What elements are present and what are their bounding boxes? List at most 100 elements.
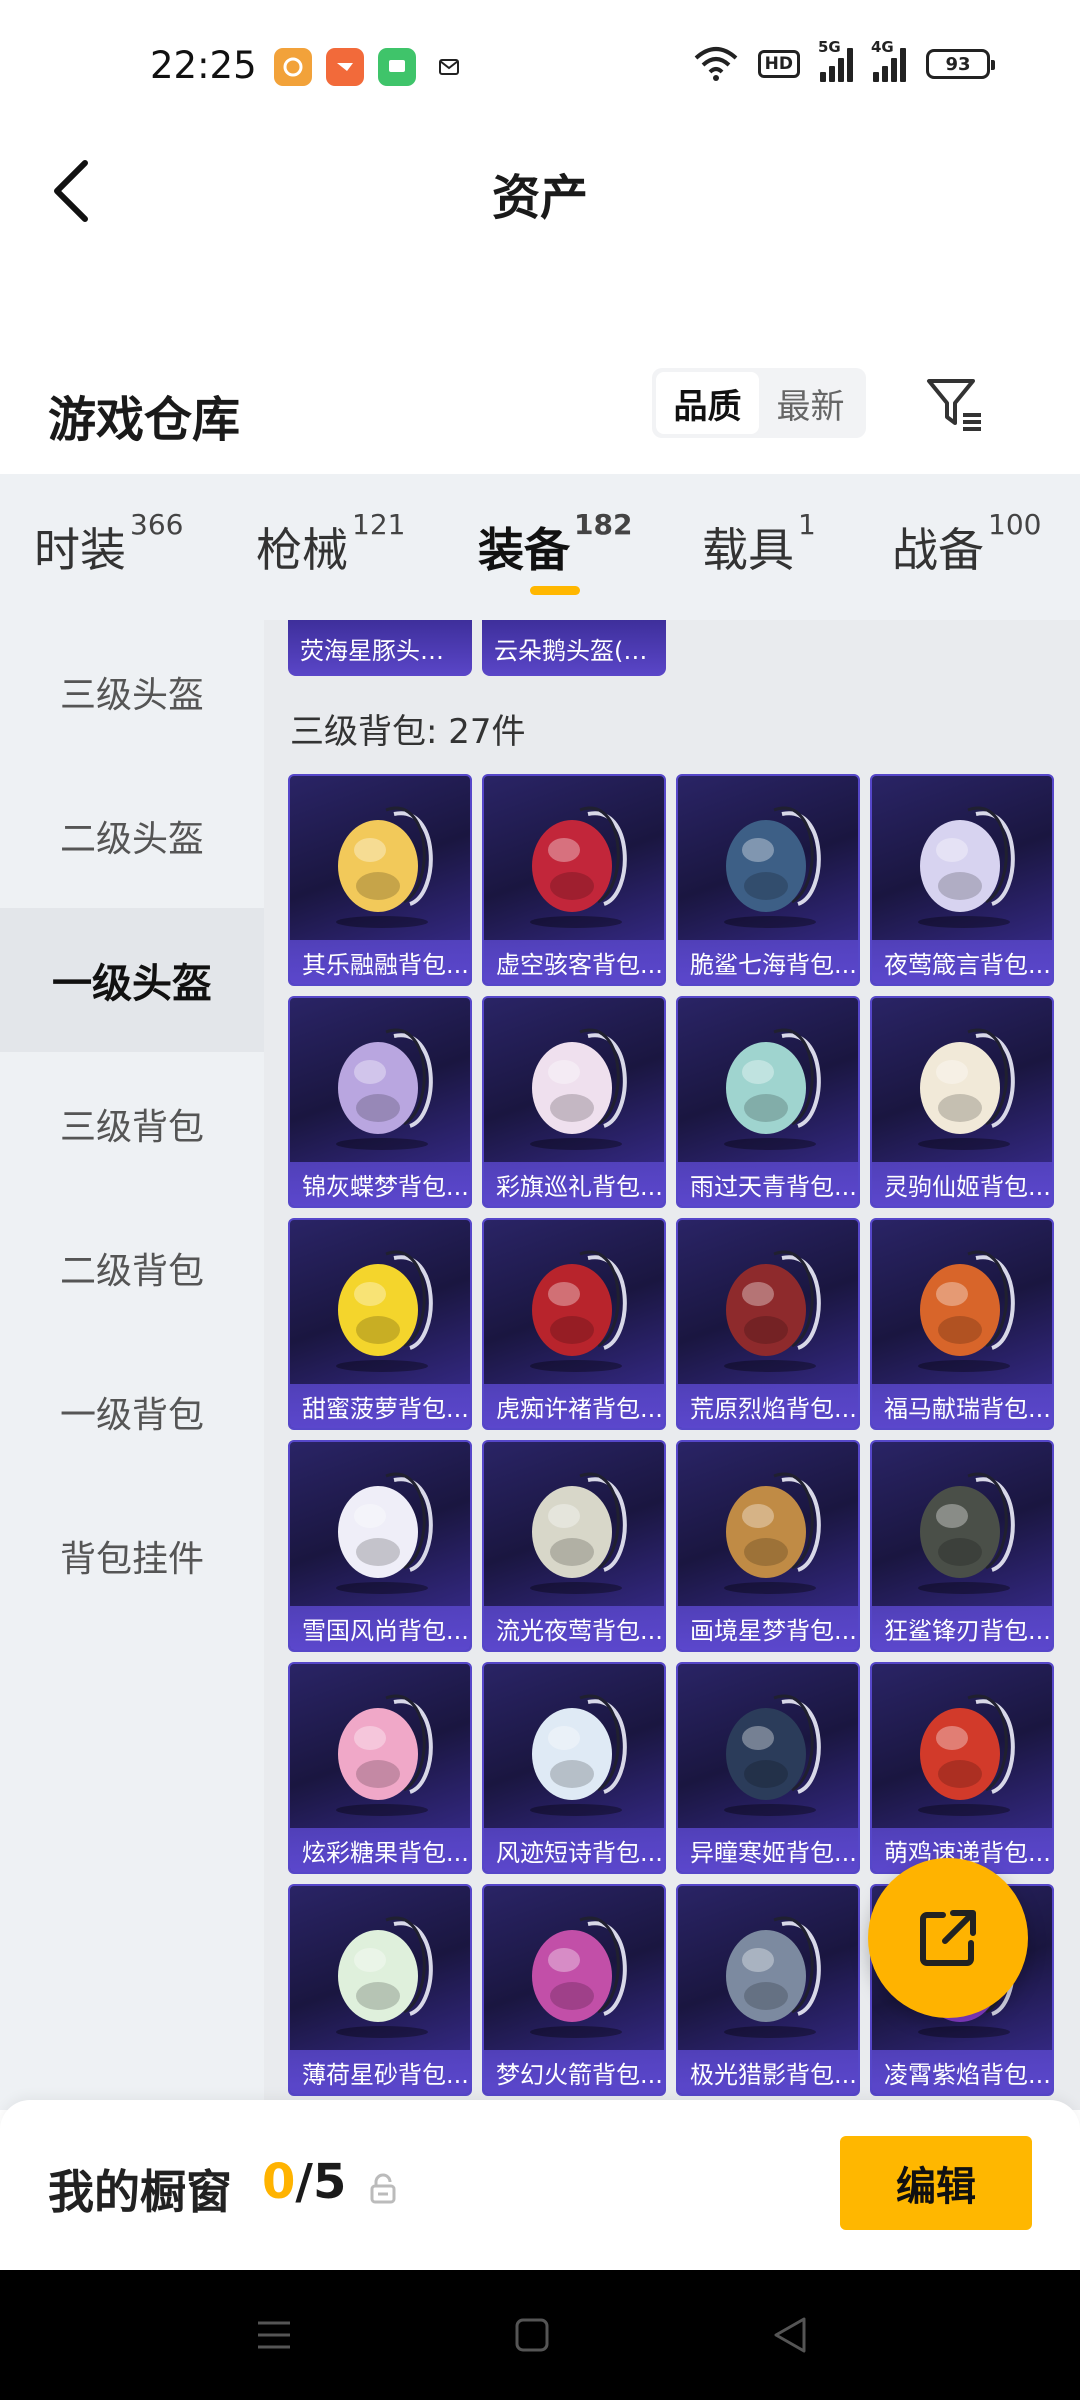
- backpack-image-icon: [336, 1250, 433, 1372]
- item-label: 画境星梦背包...: [678, 1606, 858, 1650]
- backpack-image-icon: [724, 1916, 821, 2038]
- share-button[interactable]: [868, 1858, 1028, 2018]
- sidebar-item-helmet-2[interactable]: 二级头盔: [0, 764, 264, 908]
- sort-newest-button[interactable]: 最新: [759, 372, 862, 434]
- back-nav-button[interactable]: [760, 2310, 820, 2360]
- item-card[interactable]: 锦灰蝶梦背包...: [288, 996, 472, 1208]
- sidebar-item-backpack-3[interactable]: 三级背包: [0, 1052, 264, 1196]
- sidebar: 三级头盔 二级头盔 一级头盔 三级背包 二级背包 一级背包 背包挂件: [0, 620, 264, 2110]
- sidebar-item-backpack-1[interactable]: 一级背包: [0, 1340, 264, 1484]
- tab-fashion[interactable]: 时装 366: [34, 508, 183, 580]
- item-card[interactable]: 脆鲨七海背包...: [676, 774, 860, 986]
- backpack-image-icon: [530, 1028, 627, 1150]
- item-label: 甜蜜菠萝背包...: [290, 1384, 470, 1428]
- item-card[interactable]: 狂鲨锋刃背包...: [870, 1440, 1054, 1652]
- home-icon: [515, 2318, 549, 2352]
- item-label: 虎痴许褚背包...: [484, 1384, 664, 1428]
- sidebar-item-backpack-pendant[interactable]: 背包挂件: [0, 1484, 264, 1628]
- page-header: 资产: [0, 136, 1080, 246]
- item-label: 薄荷星砂背包...: [290, 2050, 470, 2094]
- item-label: 狂鲨锋刃背包...: [872, 1606, 1052, 1650]
- item-label: 福马献瑞背包...: [872, 1384, 1052, 1428]
- group-title: 三级背包: 27件: [290, 712, 526, 752]
- backpack-image-icon: [336, 806, 433, 928]
- item-card[interactable]: 其乐融融背包...: [288, 774, 472, 986]
- item-label: 灵驹仙姬背包...: [872, 1162, 1052, 1206]
- item-card[interactable]: 薄荷星砂背包...: [288, 1884, 472, 2096]
- item-label: 荒原烈焰背包...: [678, 1384, 858, 1428]
- item-label: 风迹短诗背包...: [484, 1828, 664, 1872]
- item-label: 彩旗巡礼背包...: [484, 1162, 664, 1206]
- share-icon: [920, 1910, 976, 1966]
- backpack-image-icon: [530, 1694, 627, 1816]
- item-card[interactable]: 虎痴许褚背包...: [482, 1218, 666, 1430]
- item-card[interactable]: 风迹短诗背包...: [482, 1662, 666, 1874]
- item-card[interactable]: 荒原烈焰背包...: [676, 1218, 860, 1430]
- signal-5g-icon: 5G: [818, 38, 853, 82]
- app-icon-1: [274, 48, 312, 86]
- page-title: 资产: [491, 170, 588, 226]
- battery-icon: 93: [926, 49, 995, 79]
- section-header: 游戏仓库 品质 最新: [0, 360, 1080, 470]
- menu-nav-button[interactable]: [244, 2310, 304, 2360]
- status-bar: 22:25 HD 5G 4G 93: [0, 0, 1080, 136]
- backpack-image-icon: [724, 1250, 821, 1372]
- item-card[interactable]: 极光猎影背包...: [676, 1884, 860, 2096]
- section-title: 游戏仓库: [48, 392, 241, 448]
- tab-equipment[interactable]: 装备 182: [478, 508, 632, 580]
- item-card[interactable]: 梦幻火箭背包...: [482, 1884, 666, 2096]
- filter-icon: [927, 379, 981, 431]
- backpack-image-icon: [530, 1250, 627, 1372]
- backpack-image-icon: [530, 1472, 627, 1594]
- backpack-image-icon: [918, 1250, 1015, 1372]
- backpack-image-icon: [530, 806, 627, 928]
- sidebar-item-backpack-2[interactable]: 二级背包: [0, 1196, 264, 1340]
- item-label: 雪国风尚背包...: [290, 1606, 470, 1650]
- backpack-image-icon: [918, 1472, 1015, 1594]
- status-app-icons: [274, 48, 468, 86]
- item-card[interactable]: 虚空骇客背包...: [482, 774, 666, 986]
- backpack-image-icon: [918, 806, 1015, 928]
- app-root: 22:25 HD 5G 4G 93 资产 游戏仓库 品质 最新 时装 366 枪…: [0, 0, 1080, 2400]
- item-label: 凌霄紫焰背包...: [872, 2050, 1052, 2094]
- app-icon-2: [326, 48, 364, 86]
- item-label: 流光夜莺背包...: [484, 1606, 664, 1650]
- item-card[interactable]: 云朵鹅头盔(1...: [482, 620, 666, 676]
- item-card[interactable]: 雨过天青背包...: [676, 996, 860, 1208]
- backpack-image-icon: [918, 1694, 1015, 1816]
- home-nav-button[interactable]: [502, 2310, 562, 2360]
- showcase-bar: 我的橱窗 0/5 编辑: [0, 2100, 1080, 2270]
- item-label: 锦灰蝶梦背包...: [290, 1162, 470, 1206]
- category-tabs: 时装 366 枪械 121 装备 182 载具 1 战备 100: [0, 474, 1080, 620]
- item-card[interactable]: 流光夜莺背包...: [482, 1440, 666, 1652]
- backpack-image-icon: [724, 1694, 821, 1816]
- sort-quality-button[interactable]: 品质: [656, 372, 759, 434]
- backpack-image-icon: [336, 1916, 433, 2038]
- lock-icon: [370, 2173, 396, 2204]
- sidebar-item-helmet-3[interactable]: 三级头盔: [0, 620, 264, 764]
- tab-guns[interactable]: 枪械 121: [256, 508, 405, 580]
- item-label: 炫彩糖果背包...: [290, 1828, 470, 1872]
- item-label: 雨过天青背包...: [678, 1162, 858, 1206]
- backpack-image-icon: [724, 806, 821, 928]
- filter-button[interactable]: [920, 370, 990, 440]
- item-card[interactable]: 炫彩糖果背包...: [288, 1662, 472, 1874]
- edit-button[interactable]: 编辑: [840, 2136, 1032, 2230]
- item-card[interactable]: 异瞳寒姬背包...: [676, 1662, 860, 1874]
- item-card[interactable]: 荧海星豚头盔...: [288, 620, 472, 676]
- item-card[interactable]: 灵驹仙姬背包...: [870, 996, 1054, 1208]
- tab-supplies[interactable]: 战备 100: [892, 508, 1041, 580]
- item-card[interactable]: 甜蜜菠萝背包...: [288, 1218, 472, 1430]
- showcase-title: 我的橱窗: [48, 2165, 232, 2219]
- tab-vehicles[interactable]: 载具 1: [702, 508, 816, 580]
- wifi-icon: [694, 47, 737, 81]
- item-card[interactable]: 萌鸡速递背包...: [870, 1662, 1054, 1874]
- backpack-image-icon: [336, 1028, 433, 1150]
- item-card[interactable]: 夜莺箴言背包...: [870, 774, 1054, 986]
- item-card[interactable]: 雪国风尚背包...: [288, 1440, 472, 1652]
- item-card[interactable]: 福马献瑞背包...: [870, 1218, 1054, 1430]
- item-card[interactable]: 彩旗巡礼背包...: [482, 996, 666, 1208]
- item-card[interactable]: 画境星梦背包...: [676, 1440, 860, 1652]
- sidebar-item-helmet-1[interactable]: 一级头盔: [0, 908, 264, 1052]
- previous-group-row: 荧海星豚头盔... 云朵鹅头盔(1...: [288, 620, 666, 676]
